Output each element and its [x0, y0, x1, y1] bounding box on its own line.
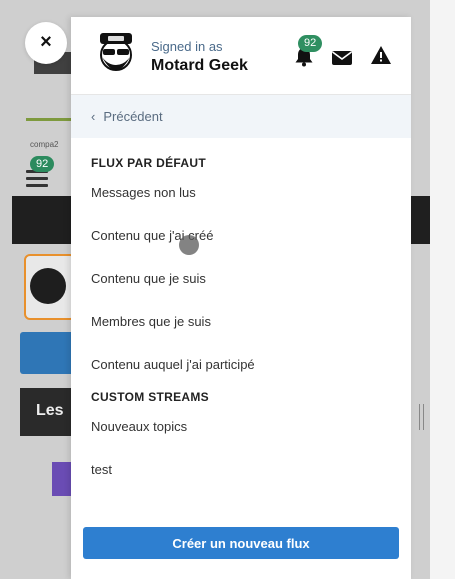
create-stream-button[interactable]: Créer un nouveau flux — [83, 527, 399, 559]
stream-item-followed-content[interactable]: Contenu que je suis — [71, 257, 411, 300]
background-scrollbar — [419, 404, 424, 430]
menu-badge: 92 — [30, 156, 55, 172]
notification-badge: 92 — [298, 35, 323, 52]
user-avatar[interactable] — [94, 31, 138, 79]
custom-streams-heading: CUSTOM STREAMS — [91, 390, 209, 404]
default-streams-list: Messages non lus Contenu que j'ai créé C… — [71, 171, 411, 386]
signed-in-label: Signed in as — [151, 39, 223, 54]
back-label: Précédent — [103, 109, 163, 124]
logo-underline — [26, 118, 74, 121]
profile-card-image — [30, 268, 66, 304]
custom-streams-list: Nouveaux topics test — [71, 405, 411, 491]
stream-item-unread[interactable]: Messages non lus — [71, 171, 411, 214]
user-streams-drawer: Signed in as Motard Geek 92 ‹ Précédent … — [71, 17, 411, 579]
hamburger-menu-icon[interactable] — [26, 170, 48, 187]
stream-item-new-topics[interactable]: Nouveaux topics — [71, 405, 411, 448]
user-name[interactable]: Motard Geek — [151, 57, 248, 75]
chevron-left-icon: ‹ — [91, 109, 96, 124]
stream-item-test[interactable]: test — [71, 448, 411, 491]
warning-icon[interactable] — [370, 45, 392, 65]
close-drawer-button[interactable]: × — [25, 22, 67, 64]
envelope-icon[interactable] — [331, 48, 353, 68]
stream-item-participated[interactable]: Contenu auquel j'ai participé — [71, 343, 411, 386]
stream-item-my-content[interactable]: Contenu que j'ai créé — [71, 214, 411, 257]
default-streams-heading: FLUX PAR DÉFAUT — [91, 156, 206, 170]
back-link[interactable]: ‹ Précédent — [71, 95, 411, 138]
partner-logo-text: compa2 — [30, 140, 59, 149]
stream-item-followed-members[interactable]: Membres que je suis — [71, 300, 411, 343]
drawer-header: Signed in as Motard Geek 92 — [71, 17, 411, 95]
touch-cursor-indicator — [179, 235, 199, 255]
